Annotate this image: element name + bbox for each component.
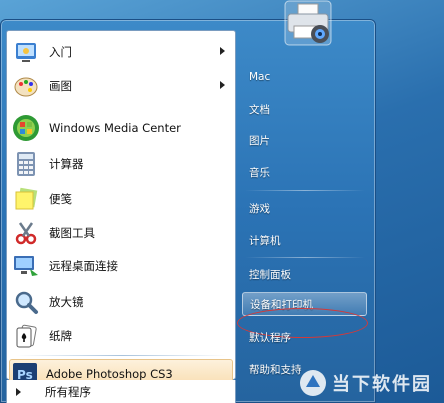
watermark-text: 当下软件园	[332, 374, 432, 395]
watermark: 当下软件园	[300, 368, 432, 398]
right-separator	[245, 190, 365, 191]
right-item-pictures[interactable]: 图片	[242, 128, 367, 152]
paint-icon	[11, 71, 41, 101]
calculator-icon	[11, 149, 41, 179]
program-label: 画图	[49, 79, 72, 93]
right-item-label: 游戏	[249, 202, 270, 215]
expand-arrow-icon	[16, 387, 21, 396]
programs-panel: 入门 画图 Windows Media Center 计算器 便笺 截图工具 远…	[6, 30, 236, 389]
right-item-control-panel[interactable]: 控制面板	[242, 262, 367, 286]
program-label: Windows Media Center	[49, 121, 181, 135]
right-item-label: Mac	[249, 71, 271, 83]
submenu-arrow-icon	[220, 47, 225, 55]
program-item-solitaire[interactable]: 纸牌	[9, 319, 233, 353]
program-label: 入门	[49, 45, 72, 59]
watermark-logo-icon	[300, 370, 326, 396]
user-tile[interactable]	[284, 0, 332, 46]
printer-camera-icon	[284, 0, 332, 50]
right-item-label: 控制面板	[249, 268, 291, 281]
program-item-sticky-notes[interactable]: 便笺	[9, 182, 233, 216]
sticky-notes-icon	[11, 184, 41, 214]
right-separator	[245, 257, 365, 258]
program-separator	[17, 355, 227, 356]
right-item-label: 计算机	[249, 234, 281, 247]
program-item-media-center[interactable]: Windows Media Center	[9, 111, 233, 145]
program-label: Adobe Photoshop CS3	[46, 367, 173, 381]
program-item-getting-started[interactable]: 入门	[9, 35, 233, 69]
program-label: 截图工具	[49, 226, 95, 240]
snipping-tool-icon	[11, 218, 41, 248]
program-item-snipping-tool[interactable]: 截图工具	[9, 216, 233, 250]
remote-desktop-icon	[11, 251, 41, 281]
right-item-label: 帮助和支持	[249, 363, 302, 376]
right-item-computer[interactable]: 计算机	[242, 228, 367, 252]
program-label: 计算器	[49, 157, 84, 171]
program-item-paint[interactable]: 画图	[9, 69, 233, 103]
right-item-label: 默认程序	[249, 331, 291, 344]
program-item-calculator[interactable]: 计算器	[9, 147, 233, 181]
solitaire-icon	[11, 321, 41, 351]
media-center-icon	[11, 113, 41, 143]
right-item-mac[interactable]: Mac	[242, 65, 367, 89]
submenu-arrow-icon	[220, 81, 225, 89]
right-item-label: 图片	[249, 134, 270, 147]
all-programs-button[interactable]: 所有程序	[6, 380, 236, 403]
right-item-music[interactable]: 音乐	[242, 160, 367, 184]
program-label: 纸牌	[49, 329, 72, 343]
right-item-default-programs[interactable]: 默认程序	[242, 325, 367, 349]
magnifier-icon	[11, 287, 41, 317]
program-label: 便笺	[49, 192, 72, 206]
program-label: 放大镜	[49, 295, 84, 309]
right-item-label: 音乐	[249, 166, 270, 179]
all-programs-label: 所有程序	[45, 384, 91, 399]
getting-started-icon	[11, 37, 41, 67]
program-item-remote-desktop[interactable]: 远程桌面连接	[9, 249, 233, 283]
program-label: 远程桌面连接	[49, 259, 118, 273]
right-item-games[interactable]: 游戏	[242, 196, 367, 220]
program-item-magnifier[interactable]: 放大镜	[9, 285, 233, 319]
right-item-documents[interactable]: 文档	[242, 97, 367, 121]
right-item-label: 文档	[249, 103, 270, 116]
start-menu: 入门 画图 Windows Media Center 计算器 便笺 截图工具 远…	[0, 19, 376, 403]
